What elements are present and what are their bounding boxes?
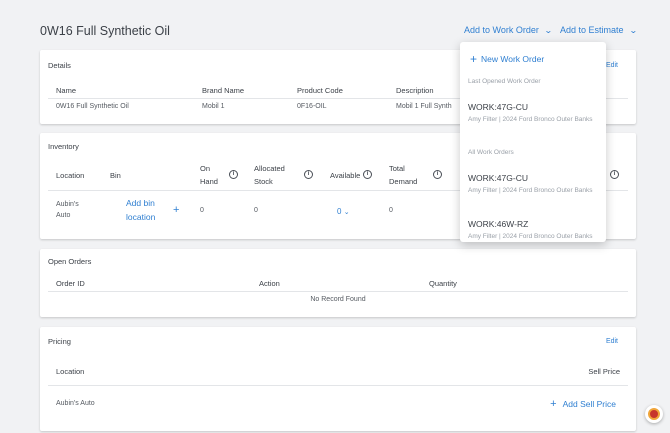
help-widget-icon[interactable] <box>645 405 663 423</box>
info-icon[interactable]: i <box>304 170 313 179</box>
info-icon[interactable]: i <box>433 170 442 179</box>
add-to-estimate-button[interactable]: Add to Estimate ⌄ <box>560 25 638 35</box>
open-orders-title: Open Orders <box>48 257 92 266</box>
pricing-location: Aubin's Auto <box>56 400 95 407</box>
col-location: Location <box>56 171 85 180</box>
col-total-2: Demand <box>389 177 418 186</box>
last-opened-label: Last Opened Work Order <box>468 78 541 85</box>
work-order-id: WORK:47G-CU <box>468 173 528 183</box>
add-sell-price-label: Add Sell Price <box>562 399 616 409</box>
detail-name: 0W16 Full Synthetic Oil <box>56 103 129 110</box>
col-on-hand-1: On <box>200 164 211 173</box>
all-work-orders-label: All Work Orders <box>468 149 514 156</box>
inventory-total: 0 <box>389 207 393 214</box>
col-allocated-2: Stock <box>254 177 273 186</box>
col-order-id: Order ID <box>56 279 85 288</box>
info-icon[interactable]: i <box>229 170 238 179</box>
col-on-hand-2: Hand <box>200 177 218 186</box>
add-to-work-order-label: Add to Work Order <box>464 25 539 35</box>
pricing-edit-link[interactable]: Edit <box>606 338 618 345</box>
plus-icon: + <box>470 52 478 66</box>
detail-description: Mobil 1 Full Synth <box>396 103 452 110</box>
detail-product-code: 0F16-OIL <box>297 103 327 110</box>
inventory-location-2: Auto <box>56 212 71 219</box>
work-order-desc: Amy Filter | 2024 Ford Bronco Outer Bank… <box>468 187 593 194</box>
col-brand-name: Brand Name <box>202 86 245 95</box>
work-order-item[interactable]: WORK:47G-CU Amy Filter | 2024 Ford Bronc… <box>468 173 600 195</box>
new-work-order-item[interactable]: + New Work Order <box>470 52 544 66</box>
pricing-title: Pricing <box>48 337 71 346</box>
add-to-work-order-menu: + New Work Order Last Opened Work Order W… <box>460 42 606 242</box>
col-quantity: Quantity <box>429 279 457 288</box>
chevron-down-icon: ⌄ <box>543 26 553 35</box>
open-orders-card: Open Orders Order ID Action Quantity No … <box>40 249 636 317</box>
page-title: 0W16 Full Synthetic Oil <box>40 24 170 38</box>
inventory-on-hand: 0 <box>200 207 204 214</box>
chevron-down-icon: ⌄ <box>628 26 638 35</box>
work-order-item[interactable]: WORK:46W-RZ Amy Filter | 2024 Ford Bronc… <box>468 219 600 241</box>
col-bin: Bin <box>110 171 121 180</box>
col-product-code: Product Code <box>297 86 343 95</box>
add-sell-price-button[interactable]: + Add Sell Price <box>550 398 616 410</box>
work-order-id: WORK:46W-RZ <box>468 219 529 229</box>
add-bin-location-link-2[interactable]: location <box>126 212 155 222</box>
plus-icon: + <box>550 398 557 410</box>
col-name: Name <box>56 86 77 95</box>
add-bin-location-link[interactable]: Add bin <box>126 198 155 208</box>
info-icon[interactable]: i <box>363 170 372 179</box>
inventory-location-1: Aubin's <box>56 201 79 208</box>
available-dropdown[interactable]: 0 ⌄ <box>337 207 350 216</box>
help-badge-icon <box>648 408 660 420</box>
empty-state: No Record Found <box>310 296 366 303</box>
divider <box>48 291 628 292</box>
work-order-id: WORK:47G-CU <box>468 102 528 112</box>
last-opened-work-order-item[interactable]: WORK:47G-CU Amy Filter | 2024 Ford Bronc… <box>468 102 600 124</box>
new-work-order-label: New Work Order <box>481 54 545 64</box>
col-total-1: Total <box>389 164 405 173</box>
details-title: Details <box>48 61 71 70</box>
inventory-allocated: 0 <box>254 207 258 214</box>
inventory-available: 0 <box>337 207 342 216</box>
col-description: Description <box>396 86 434 95</box>
work-order-desc: Amy Filter | 2024 Ford Bronco Outer Bank… <box>468 233 593 240</box>
divider <box>48 385 628 386</box>
add-bin-plus-icon[interactable]: + <box>173 204 179 216</box>
pricing-card: Pricing Edit Location Sell Price Aubin's… <box>40 327 636 431</box>
info-icon[interactable]: i <box>610 170 619 179</box>
inventory-title: Inventory <box>48 142 79 151</box>
add-to-work-order-button[interactable]: Add to Work Order ⌄ <box>464 25 553 35</box>
col-action: Action <box>259 279 280 288</box>
col-allocated-1: Allocated <box>254 164 285 173</box>
col-available: Available <box>330 171 361 180</box>
col-pricing-location: Location <box>56 367 85 376</box>
work-order-desc: Amy Filter | 2024 Ford Bronco Outer Bank… <box>468 116 593 123</box>
col-sell-price: Sell Price <box>588 367 620 376</box>
add-to-estimate-label: Add to Estimate <box>560 25 624 35</box>
details-edit-link[interactable]: Edit <box>606 62 618 69</box>
chevron-down-icon: ⌄ <box>343 209 350 216</box>
detail-brand: Mobil 1 <box>202 103 225 110</box>
